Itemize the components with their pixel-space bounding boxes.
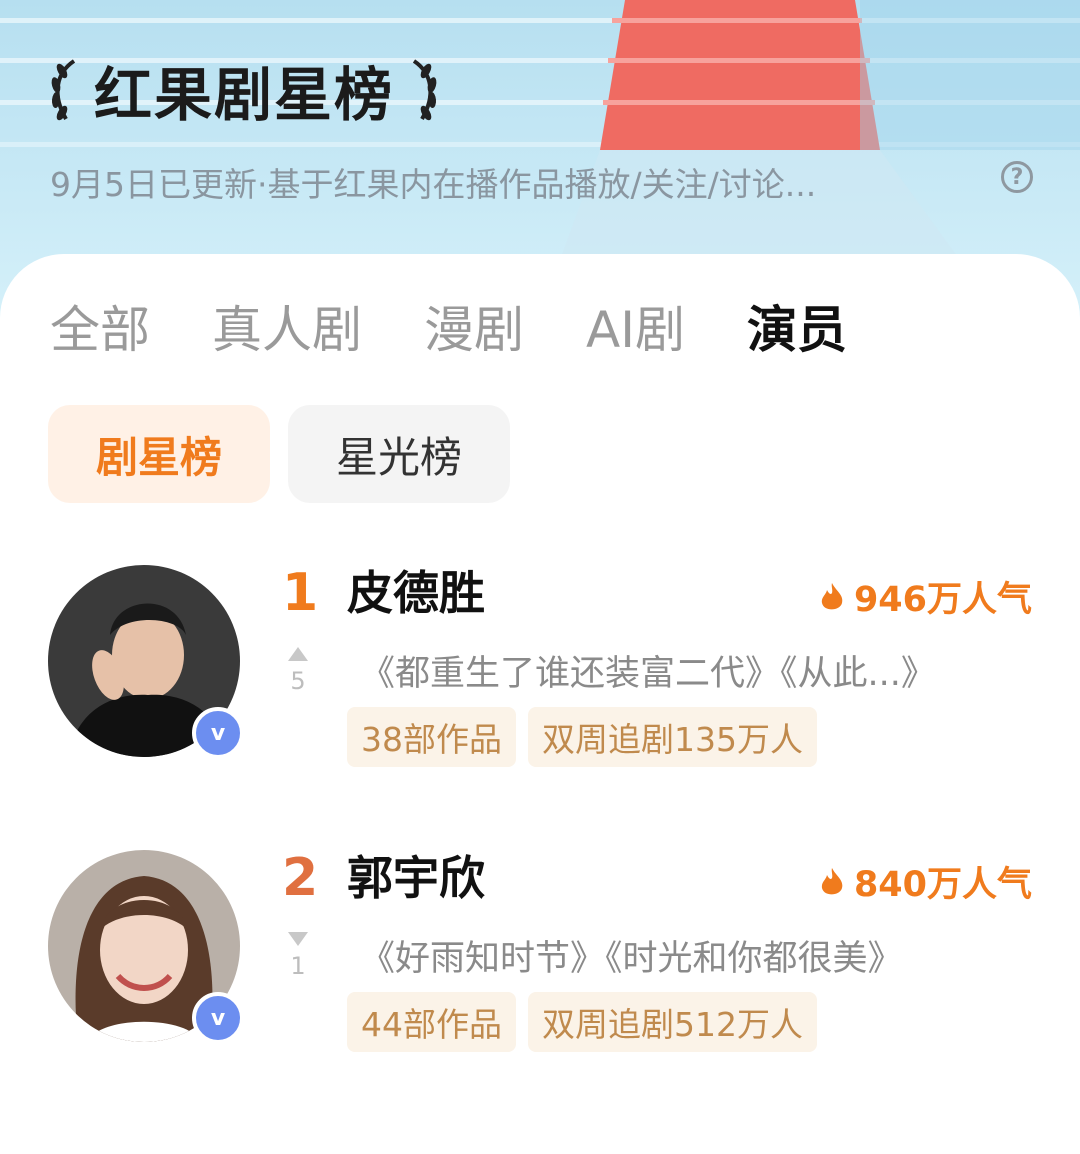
tab-comic[interactable]: 漫剧 bbox=[424, 300, 524, 360]
popularity-value: 946万人气 bbox=[853, 580, 1032, 620]
works-count-tag: 38部作品 bbox=[347, 707, 516, 767]
flame-icon bbox=[821, 867, 843, 894]
works-count-tag: 44部作品 bbox=[347, 992, 516, 1052]
tab-actors[interactable]: 演员 bbox=[747, 300, 847, 360]
triangle-down-icon bbox=[288, 932, 308, 946]
rank-change-up: 5 bbox=[286, 647, 310, 695]
works-list: 《好雨知时节》《时光和你都很美》 bbox=[360, 939, 903, 979]
rank-change-value: 5 bbox=[290, 667, 306, 695]
page-title: 红果剧星榜 bbox=[94, 61, 395, 129]
rank-number: 2 bbox=[282, 848, 319, 908]
rank-change-value: 1 bbox=[290, 952, 306, 980]
popularity: 946万人气 bbox=[818, 571, 1032, 622]
subtab-drama-star-chart[interactable]: 剧星榜 bbox=[48, 405, 270, 503]
stats-tags: 44部作品 双周追剧512万人 bbox=[347, 992, 817, 1052]
laurel-right-icon bbox=[412, 59, 437, 121]
actor-name[interactable]: 皮德胜 bbox=[347, 565, 485, 621]
popularity: 840万人气 bbox=[818, 856, 1032, 907]
flame-icon bbox=[821, 582, 843, 609]
stats-tags: 38部作品 双周追剧135万人 bbox=[347, 707, 817, 767]
followers-tag: 双周追剧135万人 bbox=[528, 707, 817, 767]
subtab-starlight-chart[interactable]: 星光榜 bbox=[288, 405, 510, 503]
works-list: 《都重生了谁还装富二代》《从此...》 bbox=[360, 654, 936, 694]
tab-live-action[interactable]: 真人剧 bbox=[212, 300, 362, 360]
followers-tag: 双周追剧512万人 bbox=[528, 992, 817, 1052]
update-subtitle: 9月5日已更新·基于红果内在播作品播放/关注/讨论... bbox=[50, 165, 817, 204]
tab-ai[interactable]: AI剧 bbox=[586, 300, 685, 360]
ranking-row[interactable]: v 2 郭宇欣 840万人气 1 《好雨知时节》《时光和你都很美》 44部作品 … bbox=[0, 850, 1080, 1090]
ranking-row[interactable]: v 1 皮德胜 946万人气 5 《都重生了谁还装富二代》《从此...》 38部… bbox=[0, 565, 1080, 805]
question-circle-icon[interactable]: ? bbox=[1001, 161, 1033, 193]
verified-badge-icon: v bbox=[192, 992, 244, 1044]
triangle-up-icon bbox=[288, 647, 308, 661]
verified-badge-icon: v bbox=[192, 707, 244, 759]
actor-name[interactable]: 郭宇欣 bbox=[347, 850, 485, 906]
rank-change-down: 1 bbox=[286, 932, 310, 980]
tab-all[interactable]: 全部 bbox=[50, 300, 150, 360]
category-tabs: 全部 真人剧 漫剧 AI剧 演员 bbox=[50, 300, 909, 360]
popularity-value: 840万人气 bbox=[853, 865, 1032, 905]
rank-number: 1 bbox=[282, 563, 319, 623]
laurel-left-icon bbox=[51, 59, 76, 121]
